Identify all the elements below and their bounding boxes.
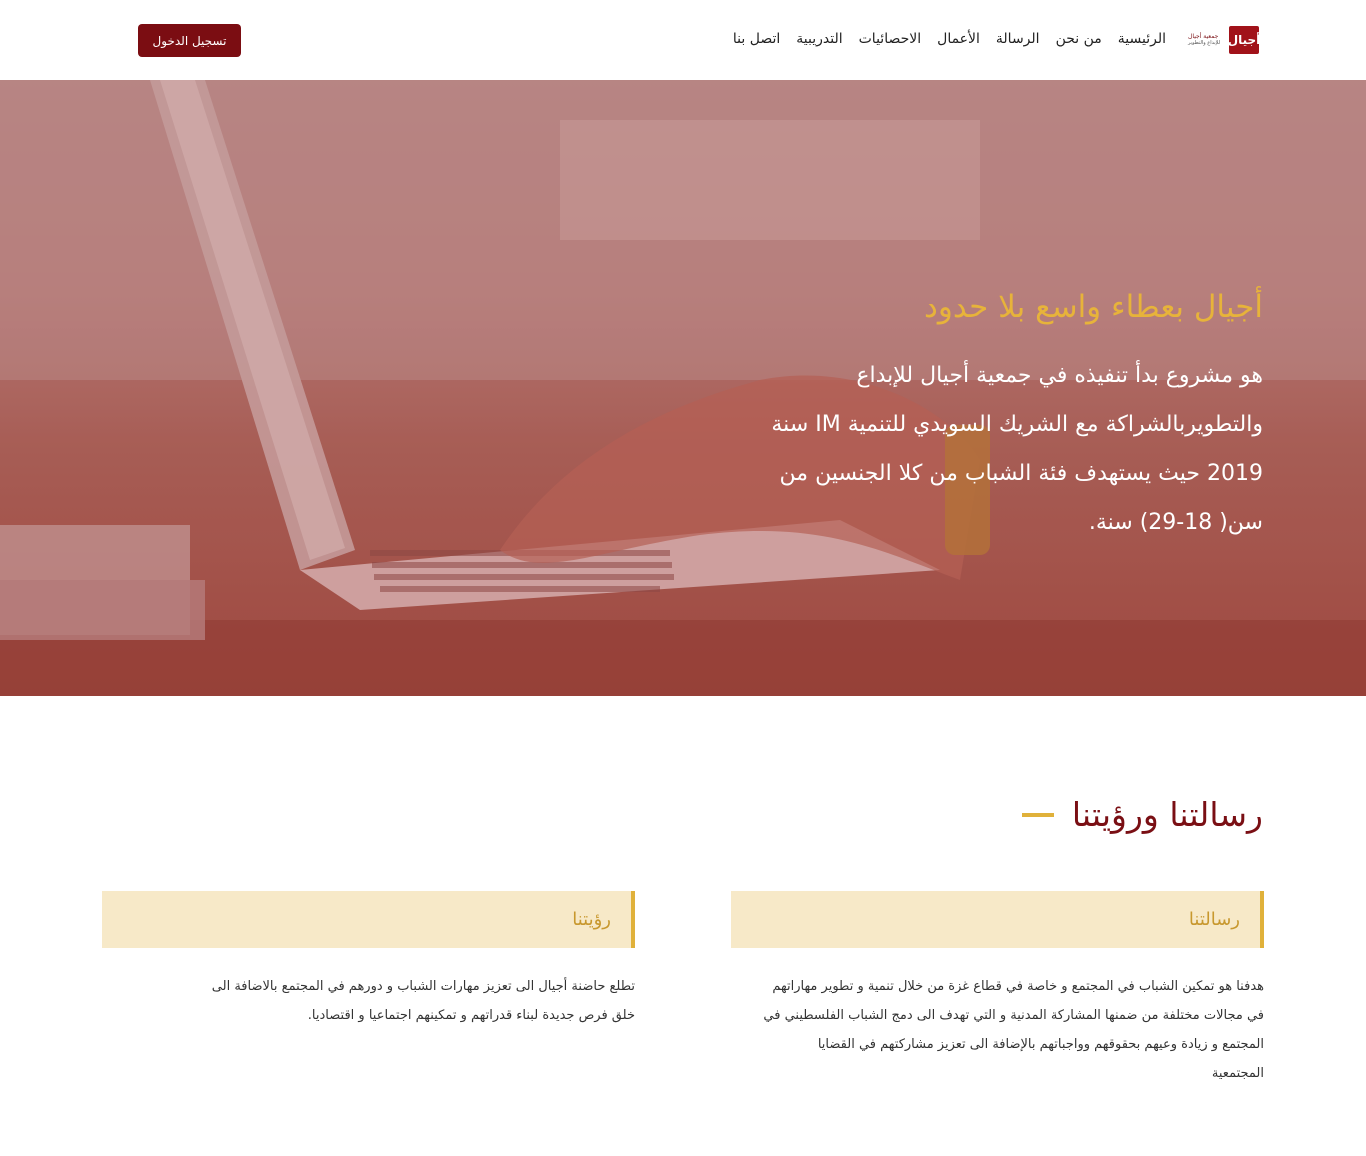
nav-item-works[interactable]: الأعمال	[937, 31, 980, 47]
nav-item-contact[interactable]: اتصل بنا	[733, 31, 780, 47]
nav-item-training[interactable]: التدريبية	[796, 31, 842, 47]
section-heading: رسالتنا ورؤيتنا	[1021, 795, 1263, 834]
hero-content: أجيال بعطاء واسع بلا حدود هو مشروع بدأ ت…	[723, 285, 1263, 547]
logo-mark-icon: أجيال	[1228, 26, 1260, 54]
logo-line-2: للإبداع والتطوير	[1188, 40, 1221, 46]
login-button[interactable]: تسجيل الدخول	[138, 24, 241, 57]
mission-line-3: المجتمع و زيادة وعيهم بحقوقهم وواجباتهم …	[817, 1037, 1264, 1052]
nav-item-about[interactable]: من نحن	[1056, 31, 1102, 47]
title-accent-bar	[1021, 812, 1054, 817]
mission-text: هدفنا هو تمكين الشباب في المجتمع و خاصة …	[731, 972, 1264, 1088]
nav-item-statistics[interactable]: الاحصائيات	[859, 31, 922, 47]
vision-heading: رؤيتنا	[102, 891, 635, 948]
vision-text: تطلع حاضنة أجيال الى تعزيز مهارات الشباب…	[102, 972, 635, 1030]
mission-line-4: المجتمعية	[1211, 1066, 1264, 1081]
hero-line-2: والتطويربالشراكة مع الشريك السويدي للتنم…	[771, 412, 1263, 437]
section-title: رسالتنا ورؤيتنا	[1071, 795, 1263, 834]
logo-line-1: جمعية أجيال	[1188, 33, 1219, 40]
vision-line-1: تطلع حاضنة أجيال الى تعزيز مهارات الشباب…	[211, 979, 635, 994]
site-header: جمعية أجيال للإبداع والتطوير أجيال الرئي…	[0, 0, 1366, 80]
hero-line-3: 2019 حيث يستهدف فئة الشباب من كلا الجنسي…	[779, 461, 1263, 486]
site-logo[interactable]: جمعية أجيال للإبداع والتطوير أجيال	[1188, 24, 1260, 56]
hero-banner: أجيال بعطاء واسع بلا حدود هو مشروع بدأ ت…	[0, 80, 1366, 696]
hero-line-1: هو مشروع بدأ تنفيذه في جمعية أجيال للإبد…	[856, 363, 1263, 388]
mission-line-1: هدفنا هو تمكين الشباب في المجتمع و خاصة …	[772, 979, 1264, 994]
nav-item-mission[interactable]: الرسالة	[996, 31, 1040, 47]
vision-card: رؤيتنا تطلع حاضنة أجيال الى تعزيز مهارات…	[102, 891, 635, 1030]
hero-title: أجيال بعطاء واسع بلا حدود	[924, 289, 1263, 325]
hero-description: هو مشروع بدأ تنفيذه في جمعية أجيال للإبد…	[723, 351, 1263, 547]
mission-card: رسالتنا هدفنا هو تمكين الشباب في المجتمع…	[731, 891, 1264, 1088]
hero-line-4: سن( 18-29) سنة.	[1088, 510, 1263, 535]
logo-text: جمعية أجيال للإبداع والتطوير	[1188, 25, 1226, 55]
mission-heading: رسالتنا	[731, 891, 1264, 948]
main-nav: الرئيسية من نحن الرسالة الأعمال الاحصائي…	[733, 31, 1166, 47]
mission-line-2: في مجالات مختلفة من ضمنها المشاركة المدن…	[763, 1008, 1264, 1023]
vision-line-2: خلق فرص جديدة لبناء قدراتهم و تمكينهم اج…	[307, 1008, 635, 1023]
nav-item-home[interactable]: الرئيسية	[1118, 31, 1166, 47]
